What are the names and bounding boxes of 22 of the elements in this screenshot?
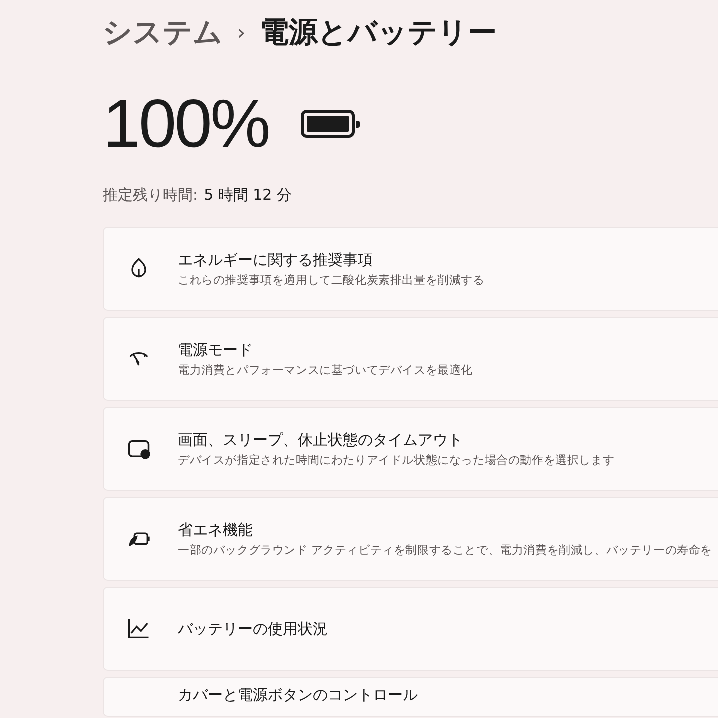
page-title: 電源とバッテリー [260, 14, 497, 51]
setting-description: 一部のバックグラウンド アクティビティを制限することで、電力消費を削減し、バッテリーの寿命を [178, 542, 712, 558]
remaining-time-value: 5 時間 12 分 [204, 186, 292, 205]
setting-title: 電源モード [178, 340, 254, 360]
settings-card[interactable]: 省エネ機能 一部のバックグラウンド アクティビティを制限することで、電力消費を削減し、バッテリーの寿命を [103, 497, 718, 581]
settings-card[interactable]: カバーと電源ボタンのコントロール [103, 677, 718, 717]
settings-card[interactable]: 電源モード 電力消費とパフォーマンスに基づいてデバイスを最適化 [103, 317, 718, 401]
setting-description: これらの推奨事項を適用して二酸化炭素排出量を削減する [178, 272, 485, 288]
setting-title: エネルギーに関する推奨事項 [178, 250, 374, 270]
settings-card[interactable]: エネルギーに関する推奨事項 これらの推奨事項を適用して二酸化炭素排出量を削減する [103, 227, 718, 311]
setting-title: 省エネ機能 [178, 520, 254, 540]
breadcrumb-parent[interactable]: システム [103, 13, 223, 53]
settings-card[interactable]: バッテリーの使用状況 [103, 587, 718, 671]
setting-title: バッテリーの使用状況 [178, 620, 328, 638]
setting-title: 画面、スリープ、休止状態のタイムアウト [178, 430, 464, 450]
battery-percentage: 100% [103, 90, 269, 158]
setting-title: カバーと電源ボタンのコントロール [178, 686, 418, 705]
breadcrumb-separator: › [237, 20, 246, 46]
setting-description: 電力消費とパフォーマンスに基づいてデバイスを最適化 [178, 362, 474, 378]
remaining-time-label: 推定残り時間: [103, 186, 198, 205]
setting-description: デバイスが指定された時間にわたりアイドル状態になった場合の動作を選択します [178, 452, 615, 468]
settings-card[interactable]: 画面、スリープ、休止状態のタイムアウト デバイスが指定された時間にわたりアイドル状態になった場合の動作を選択します [103, 407, 718, 491]
